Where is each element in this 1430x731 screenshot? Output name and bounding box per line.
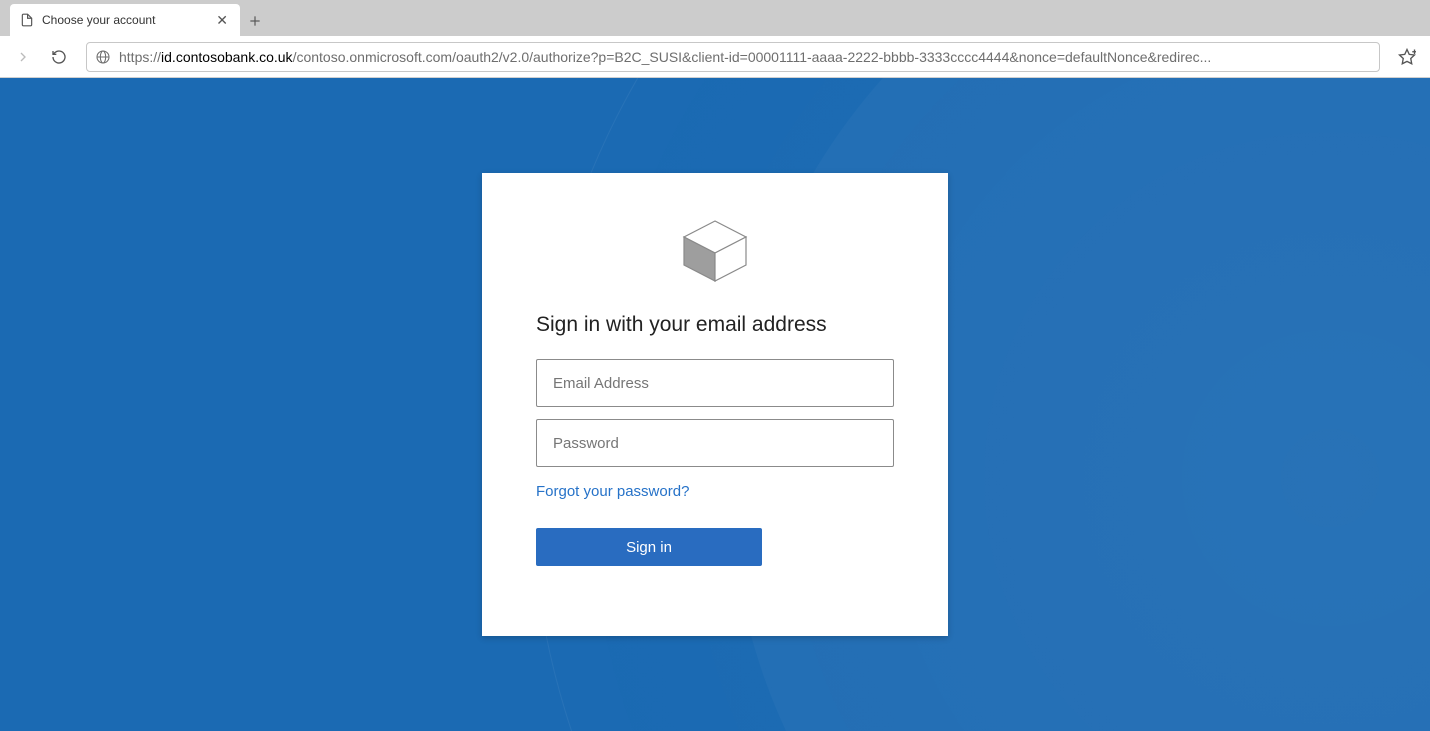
favorites-button[interactable] <box>1392 42 1422 72</box>
browser-tab[interactable]: Choose your account ✕ <box>10 4 240 36</box>
new-tab-button[interactable] <box>240 6 270 36</box>
signin-button[interactable]: Sign in <box>536 528 762 566</box>
tab-close-icon[interactable]: ✕ <box>214 12 230 29</box>
nav-forward-button[interactable] <box>8 42 38 72</box>
forgot-password-link[interactable]: Forgot your password? <box>536 483 689 500</box>
page-favicon-icon <box>20 13 34 27</box>
site-info-icon[interactable] <box>95 49 111 65</box>
url-text: https://id.contosobank.co.uk/contoso.onm… <box>119 49 1371 65</box>
email-field[interactable] <box>536 359 894 407</box>
tab-strip: Choose your account ✕ <box>0 0 1430 36</box>
password-field[interactable] <box>536 419 894 467</box>
address-bar[interactable]: https://id.contosobank.co.uk/contoso.onm… <box>86 42 1380 72</box>
cube-icon <box>676 217 754 285</box>
refresh-button[interactable] <box>44 42 74 72</box>
app-logo <box>536 217 894 285</box>
browser-toolbar: https://id.contosobank.co.uk/contoso.onm… <box>0 36 1430 78</box>
url-protocol: https:// <box>119 49 161 65</box>
url-host: id.contosobank.co.uk <box>161 49 293 65</box>
signin-card: Sign in with your email address Forgot y… <box>482 173 948 636</box>
url-path: /contoso.onmicrosoft.com/oauth2/v2.0/aut… <box>293 49 1212 65</box>
signin-heading: Sign in with your email address <box>536 313 894 337</box>
page-content: Sign in with your email address Forgot y… <box>0 78 1430 731</box>
tab-title: Choose your account <box>42 13 214 27</box>
